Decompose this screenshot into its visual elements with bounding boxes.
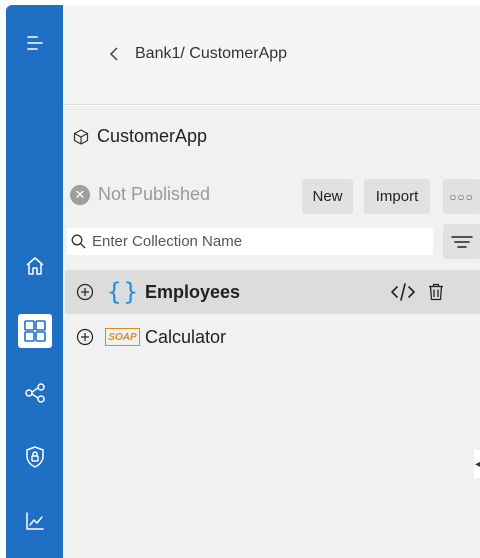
collection-name: Employees: [145, 281, 241, 302]
import-button[interactable]: Import: [364, 179, 430, 214]
main-content: CustomerApp ✕ Not Published New Import ○…: [63, 106, 480, 558]
breadcrumb-text[interactable]: Bank1/ CustomerApp: [135, 45, 287, 63]
collections-grid-icon: [17, 314, 52, 348]
header-bar: Bank1/ CustomerApp: [63, 5, 480, 105]
hamburger-menu-icon[interactable]: [6, 23, 63, 63]
soap-badge-icon: SOAP: [105, 328, 140, 346]
shield-lock-icon[interactable]: [6, 437, 63, 477]
more-options-button[interactable]: ○○○: [443, 179, 480, 214]
sidebar: [6, 5, 63, 558]
sidebar-item-collections[interactable]: [6, 311, 63, 351]
search-icon: [71, 234, 86, 249]
home-icon[interactable]: [6, 246, 63, 286]
filter-icon: [450, 234, 473, 250]
collection-row-employees[interactable]: {} Employees: [65, 270, 480, 314]
code-icon[interactable]: [390, 282, 416, 302]
collection-name: Calculator: [145, 326, 227, 347]
filter-button[interactable]: [443, 224, 480, 259]
plus-circle-icon[interactable]: [75, 327, 95, 347]
search-input[interactable]: [92, 233, 412, 250]
plus-circle-icon[interactable]: [75, 282, 95, 302]
new-button[interactable]: New: [302, 179, 353, 214]
app-name: CustomerApp: [97, 126, 208, 146]
trash-icon[interactable]: [428, 283, 444, 301]
collection-row-calculator[interactable]: SOAP Calculator: [65, 315, 480, 359]
breadcrumb: Bank1/ CustomerApp: [109, 45, 287, 63]
line-chart-icon[interactable]: [6, 501, 63, 541]
chevron-left-icon[interactable]: [109, 47, 129, 61]
search-box: [67, 228, 433, 255]
close-circle-icon: ✕: [70, 184, 90, 205]
status-text: Not Published: [98, 184, 211, 204]
publish-status: ✕ Not Published: [70, 184, 210, 205]
app-cube-icon: [73, 128, 91, 145]
panel-expand-arrow-icon[interactable]: ◂: [474, 450, 480, 478]
share-nodes-icon[interactable]: [6, 373, 63, 413]
page-title: CustomerApp: [73, 126, 207, 147]
braces-icon: {}: [107, 278, 140, 306]
